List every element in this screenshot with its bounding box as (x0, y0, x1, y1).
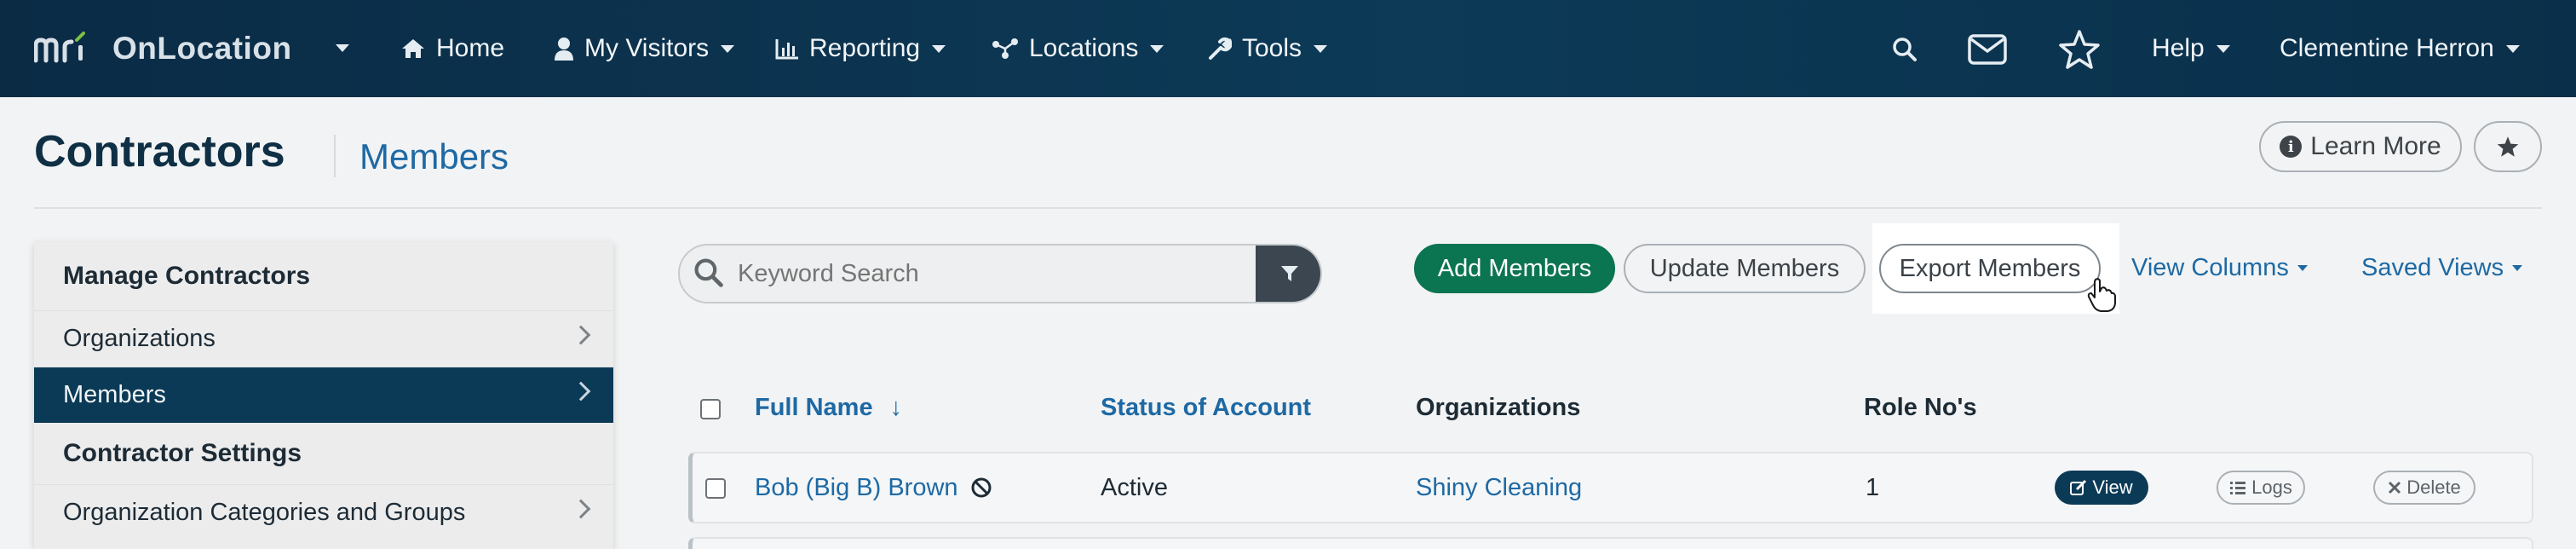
nav-tools[interactable]: Tools (1208, 31, 1328, 66)
chevron-down-icon (1314, 44, 1328, 53)
ban-icon (971, 477, 992, 498)
star-icon[interactable] (2056, 30, 2102, 69)
nav-locations-label: Locations (1029, 34, 1139, 62)
chevron-right-icon (571, 499, 591, 519)
nav-my-visitors[interactable]: My Visitors (554, 31, 735, 66)
chevron-down-icon (2297, 265, 2308, 271)
sidebar-item-label: Organizations (63, 325, 216, 352)
learn-more-button[interactable]: i Learn More (2259, 121, 2462, 172)
column-header-label: Full Name (755, 394, 873, 421)
sidebar-item-organization-categories[interactable]: Organization Categories and Groups (34, 484, 613, 540)
chevron-down-icon (2512, 265, 2523, 271)
user-menu[interactable]: Clementine Herron (2280, 31, 2520, 66)
chevron-right-icon (571, 325, 591, 345)
sidebar-item-label: Organization Categories and Groups (63, 499, 466, 526)
product-menu-caret-icon[interactable] (336, 44, 349, 52)
sidebar-item-organizations[interactable]: Organizations (34, 310, 613, 367)
brand-logo[interactable]: OnLocation (34, 29, 292, 68)
network-icon (992, 38, 1019, 60)
role-no-value: 1 (1866, 474, 1880, 501)
view-columns-label: View Columns (2131, 254, 2289, 281)
search-bar (678, 244, 1322, 303)
nav-home-label: Home (436, 34, 505, 62)
top-navbar: OnLocation Home My Visitors Reporting Lo… (0, 0, 2576, 97)
product-name: OnLocation (112, 31, 292, 66)
bar-chart-icon (775, 38, 799, 60)
chevron-right-icon (571, 381, 591, 402)
nav-locations[interactable]: Locations (992, 31, 1164, 66)
delete-button[interactable]: Delete (2373, 471, 2475, 505)
row-checkbox[interactable] (705, 478, 726, 499)
user-icon (554, 37, 574, 61)
column-header-role-nos: Role No's (1864, 394, 1977, 421)
home-icon (400, 38, 426, 60)
logs-label: Logs (2251, 477, 2292, 498)
sort-arrow-down-icon: ↓ (889, 394, 903, 421)
sidebar: Manage Contractors Organizations Members… (34, 242, 613, 549)
member-name: Bob (Big B) Brown (755, 474, 958, 501)
sidebar-item-members[interactable]: Members (34, 367, 613, 423)
sidebar-item-label: Members (63, 381, 166, 408)
learn-more-label: Learn More (2310, 132, 2441, 160)
search-icon (693, 257, 724, 292)
title-divider (334, 135, 336, 177)
list-icon (2229, 480, 2246, 495)
select-all-checkbox[interactable] (700, 399, 721, 419)
view-columns-dropdown[interactable]: View Columns (2131, 254, 2308, 282)
column-header-organizations: Organizations (1416, 394, 1581, 421)
view-label: View (2092, 477, 2133, 498)
export-members-button[interactable]: Export Members (1879, 244, 2101, 293)
help-menu[interactable]: Help (2152, 31, 2230, 66)
update-members-button[interactable]: Update Members (1624, 244, 1866, 293)
nav-my-visitors-label: My Visitors (584, 34, 710, 62)
header-divider (34, 207, 2542, 209)
favorite-button[interactable] (2474, 121, 2542, 172)
wrench-icon (1208, 37, 1232, 61)
search-input[interactable] (738, 246, 1249, 302)
close-icon (2388, 481, 2401, 494)
filter-button[interactable] (1256, 246, 1320, 302)
nav-home[interactable]: Home (400, 31, 504, 66)
organization-link[interactable]: Shiny Cleaning (1416, 474, 1582, 502)
sidebar-heading-contractor-settings: Contractor Settings (63, 439, 302, 467)
chevron-down-icon (2216, 44, 2230, 53)
edit-icon (2070, 479, 2087, 496)
table-row (688, 537, 2533, 549)
member-name-link[interactable]: Bob (Big B) Brown (755, 474, 992, 502)
filter-icon (1281, 266, 1298, 281)
status-value: Active (1101, 474, 1168, 501)
nav-tools-label: Tools (1242, 34, 1302, 62)
add-members-button[interactable]: Add Members (1414, 244, 1615, 293)
chevron-down-icon (721, 44, 735, 53)
user-name: Clementine Herron (2280, 34, 2494, 62)
delete-label: Delete (2406, 477, 2461, 498)
help-label: Help (2152, 34, 2205, 62)
chevron-down-icon (1150, 44, 1164, 53)
info-icon: i (2280, 136, 2303, 158)
hand-pointer-cursor-icon (2087, 278, 2116, 316)
star-icon (2497, 136, 2519, 157)
view-button[interactable]: View (2055, 471, 2148, 505)
nav-reporting[interactable]: Reporting (775, 31, 946, 66)
nav-reporting-label: Reporting (809, 34, 921, 62)
saved-views-label: Saved Views (2361, 254, 2504, 281)
mri-logo-icon (34, 32, 85, 63)
mail-icon[interactable] (1964, 31, 2010, 68)
page-title: Contractors (34, 127, 285, 176)
saved-views-dropdown[interactable]: Saved Views (2361, 254, 2523, 282)
chevron-down-icon (932, 44, 946, 53)
column-header-full-name[interactable]: Full Name ↓ (755, 394, 902, 422)
chevron-down-icon (2505, 44, 2520, 53)
column-header-status[interactable]: Status of Account (1101, 394, 1311, 422)
page-subtitle: Members (359, 136, 509, 176)
logs-button[interactable]: Logs (2217, 471, 2305, 505)
search-icon[interactable] (1888, 31, 1922, 68)
sidebar-heading-manage-contractors: Manage Contractors (63, 262, 311, 290)
